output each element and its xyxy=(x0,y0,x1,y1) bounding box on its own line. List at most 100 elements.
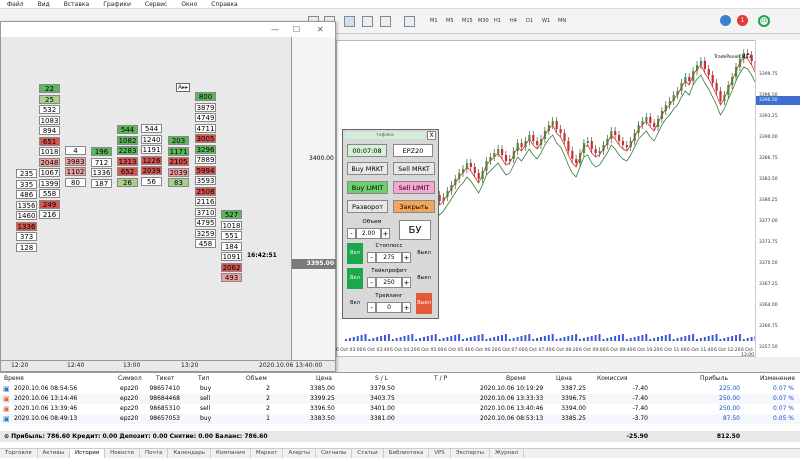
sl-plus-button[interactable]: + xyxy=(402,252,411,263)
volume-input[interactable]: 2.00 xyxy=(356,228,381,239)
volume-bar xyxy=(555,339,558,341)
menu-item-5[interactable]: Окно xyxy=(174,0,204,9)
sl-off-switch[interactable]: Выкл xyxy=(416,243,432,264)
trail-label: Трейлинг xyxy=(375,293,403,299)
cluster-window: — ☐ ✕ A▸▸ 22 25 532 1083 894 651 1018 2048 1067 1… xyxy=(0,21,336,372)
table-row[interactable]: ▣ 2020.10.06 13:14:46 epz20 98684468 sell 2 33… xyxy=(0,394,800,404)
table-cell: 98685310 xyxy=(149,405,180,412)
time-tick: 6 Oct 09:40 xyxy=(606,348,633,353)
cluster-chart[interactable]: A▸▸ 22 25 532 1083 894 651 1018 2048 1067 1399 558… xyxy=(1,37,291,360)
table-cell: 250.00 xyxy=(719,395,740,402)
tp-label: Тейкпрофит xyxy=(371,268,407,274)
volume-bar xyxy=(501,335,503,341)
volume-bar xyxy=(364,334,367,341)
cluster-cell: 56 xyxy=(141,176,162,186)
table-row[interactable]: ▣ 2020.10.06 08:54:56 epz20 98657410 buy 2 338… xyxy=(0,384,800,394)
timeframe-MN[interactable]: MN xyxy=(558,18,566,24)
sl-minus-button[interactable]: - xyxy=(367,252,376,263)
timeframe-M1[interactable]: M1 xyxy=(430,18,438,24)
trail-on-switch[interactable]: Вкл xyxy=(347,293,363,314)
reverse-button[interactable]: Разворот xyxy=(347,200,388,213)
menu-item-6[interactable]: Справка xyxy=(204,0,244,9)
timeframe-M30[interactable]: M30 xyxy=(478,18,489,24)
trail-off-switch[interactable]: Выкл xyxy=(416,293,432,314)
buy-market-button[interactable]: Buy MRKT xyxy=(347,162,388,175)
cluster-cell: 1336 xyxy=(16,221,37,231)
volume-bar xyxy=(516,337,519,341)
minimize-icon[interactable]: — xyxy=(271,25,279,34)
menu-item-3[interactable]: Графики xyxy=(96,0,138,9)
volume-bar xyxy=(415,339,418,341)
sl-input[interactable]: 275 xyxy=(376,252,402,263)
tp-off-switch[interactable]: Выкл xyxy=(416,268,432,289)
cluster-cell: 1240 xyxy=(141,134,162,144)
volume-bar xyxy=(723,338,726,341)
volume-bar xyxy=(462,339,464,341)
crosshair-icon[interactable] xyxy=(404,16,415,27)
maximize-icon[interactable]: ☐ xyxy=(293,25,300,34)
table-cell: 3383.50 xyxy=(310,415,335,422)
close-panel-button[interactable]: X xyxy=(427,131,436,140)
trail-input[interactable]: 0 xyxy=(376,302,402,313)
timeframe-H1[interactable]: H1 xyxy=(494,18,501,24)
cluster-cell: 235 xyxy=(16,169,37,178)
cluster-cell: 3296 xyxy=(195,144,216,154)
volume-bar xyxy=(594,335,597,341)
volume-bar xyxy=(399,337,402,341)
candle xyxy=(555,121,558,129)
trail-minus-button[interactable]: - xyxy=(367,302,376,313)
cluster-cell: 1356 xyxy=(16,200,37,210)
cluster-cell: 1460 xyxy=(16,211,37,220)
volume-bar xyxy=(528,334,531,341)
timeframe-W1[interactable]: W1 xyxy=(542,18,550,24)
time-tick: 6 Oct 05:40 xyxy=(444,348,471,353)
tp-minus-button[interactable]: - xyxy=(367,277,376,288)
trail-plus-button[interactable]: + xyxy=(402,302,411,313)
menu-item-0[interactable]: Файл xyxy=(0,0,31,9)
buy-limit-button[interactable]: Buy LIMIT xyxy=(347,181,388,194)
volume-bar xyxy=(423,337,425,341)
volume-bar xyxy=(735,335,737,341)
tp-input[interactable]: 250 xyxy=(376,277,402,288)
timeframe-M15[interactable]: M15 xyxy=(462,18,473,24)
column-header: Объем xyxy=(246,375,267,382)
table-row[interactable]: ▣ 2020.10.06 08:49:13 epz20 98657053 buy 1 338… xyxy=(0,414,800,424)
table-row[interactable]: ▣ 2020.10.06 13:39:46 epz20 98685310 sell 2 33… xyxy=(0,404,800,414)
table-cell: -3.70 xyxy=(632,415,648,422)
menu-item-2[interactable]: Вставка xyxy=(57,0,96,9)
account-icon[interactable] xyxy=(720,15,731,26)
cluster-cell: 83 xyxy=(168,178,189,187)
last-time-label: 16:42:51 xyxy=(247,252,277,259)
sl-on-switch[interactable]: Вкл xyxy=(347,243,363,264)
timeframe-D1[interactable]: D1 xyxy=(526,18,533,24)
sell-market-button[interactable]: Sell MRKT xyxy=(393,162,435,175)
price-tick: 3364.00 xyxy=(759,303,778,308)
timeframe-H4[interactable]: H4 xyxy=(510,18,517,24)
autoscroll-icon[interactable] xyxy=(380,16,391,27)
cluster-cell: 1083 xyxy=(39,115,60,125)
tp-on-switch[interactable]: Вкл xyxy=(347,268,363,289)
close-window-icon[interactable]: ✕ xyxy=(317,25,324,34)
grid-icon[interactable] xyxy=(344,16,355,27)
column-header: Время xyxy=(4,375,24,382)
table-cell: 2020.10.06 10:19:29 xyxy=(480,385,544,392)
column-header: Цена xyxy=(556,375,572,382)
volume-plus-button[interactable]: + xyxy=(381,228,390,239)
menu-item-1[interactable]: Вид xyxy=(31,0,57,9)
volume-minus-button[interactable]: - xyxy=(347,228,356,239)
close-button[interactable]: Закрыть xyxy=(393,200,435,213)
candle xyxy=(477,173,480,179)
chart-nav-icon[interactable]: A▸▸ xyxy=(176,83,191,92)
timeframe-M5[interactable]: M5 xyxy=(446,18,454,24)
connection-icon[interactable]: LTE xyxy=(758,15,770,27)
symbol-display[interactable]: EPZ20 xyxy=(393,144,433,157)
notification-badge[interactable]: 1 xyxy=(737,15,748,26)
volume-bar xyxy=(481,334,484,341)
chart-shift-icon[interactable] xyxy=(362,16,373,27)
volume-bar xyxy=(657,337,659,341)
tp-plus-button[interactable]: + xyxy=(402,277,411,288)
volume-bar xyxy=(563,337,566,341)
menu-item-4[interactable]: Сервис xyxy=(138,0,174,9)
breakeven-button[interactable]: БУ xyxy=(399,220,431,240)
sell-limit-button[interactable]: Sell LIMIT xyxy=(393,181,435,194)
